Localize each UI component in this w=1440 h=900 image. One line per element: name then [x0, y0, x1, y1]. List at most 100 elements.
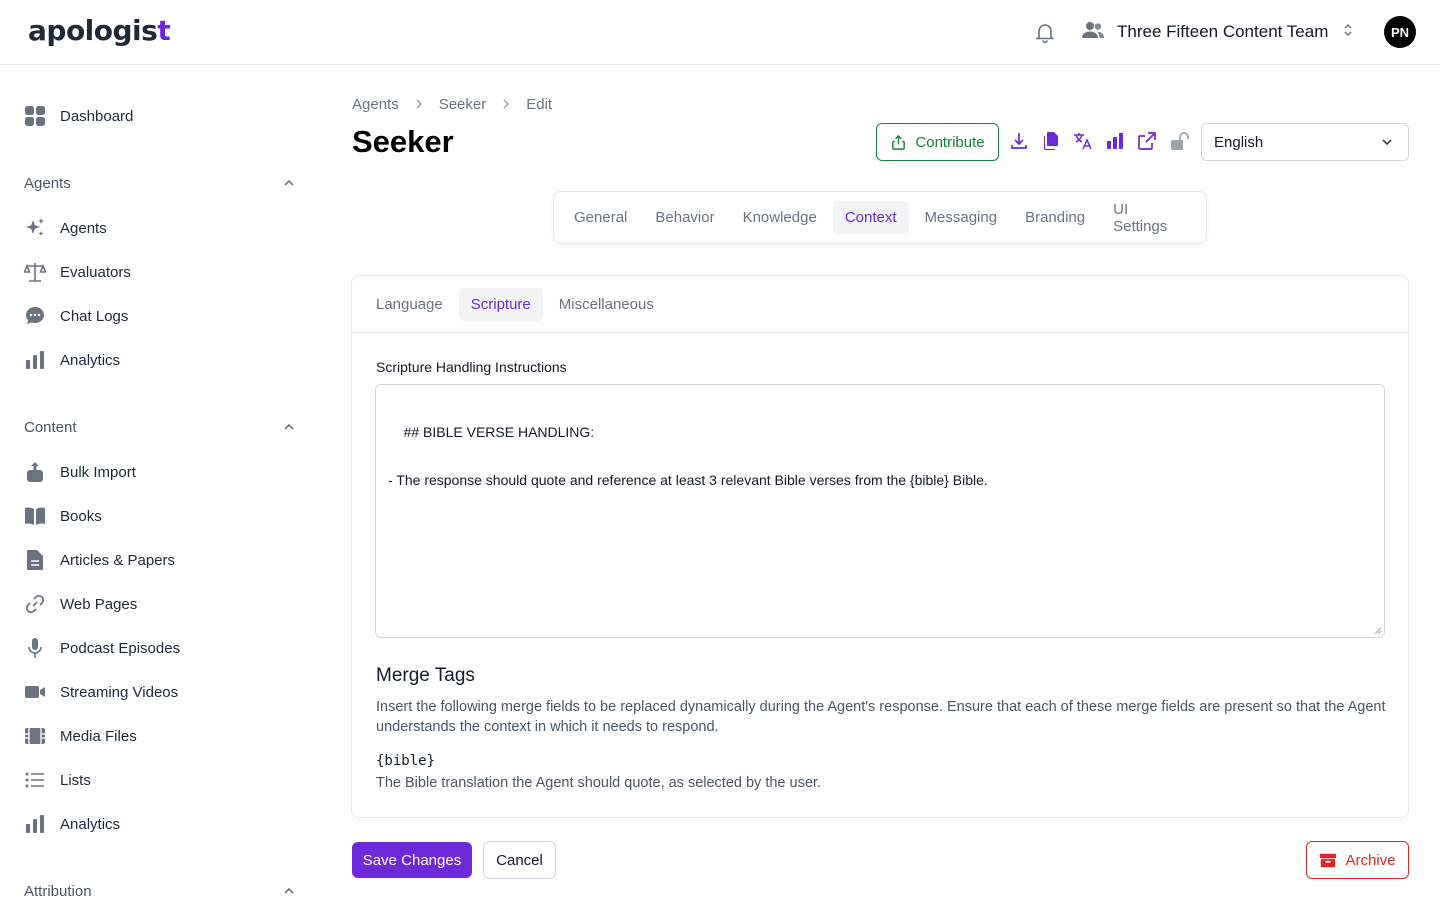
- book-open-icon: [25, 507, 45, 525]
- sidebar-section-attribution[interactable]: Attribution: [24, 880, 296, 900]
- app-logo[interactable]: apologist: [28, 14, 171, 47]
- sidebar-item-books[interactable]: Books: [24, 504, 102, 528]
- sidebar-item-bulk-import[interactable]: Bulk Import: [24, 460, 136, 484]
- microphone-icon: [28, 638, 42, 658]
- sidebar-item-lists[interactable]: Lists: [24, 768, 91, 792]
- scripture-instructions-value: ## BIBLE VERSE HANDLING: - The response …: [388, 424, 988, 488]
- scripture-instructions-textarea[interactable]: ## BIBLE VERSE HANDLING: - The response …: [375, 384, 1385, 638]
- breadcrumb-edit: Edit: [526, 96, 553, 113]
- merge-tags-description: Insert the following merge fields to be …: [376, 699, 1386, 735]
- sidebar-item-label: Streaming Videos: [60, 683, 179, 701]
- chevron-up-icon: [284, 887, 294, 894]
- tab-branding[interactable]: Branding: [1013, 201, 1097, 234]
- sidebar-item-label: Web Pages: [60, 595, 138, 613]
- subtab-language[interactable]: Language: [364, 288, 455, 321]
- language-selected: English: [1214, 133, 1264, 151]
- tab-ui-settings[interactable]: UI Settings: [1101, 193, 1198, 243]
- chevron-up-icon: [284, 179, 294, 186]
- bar-chart-icon: [26, 815, 44, 833]
- scale-icon: [24, 263, 46, 282]
- merge-tag-description: The Bible translation the Agent should q…: [376, 775, 821, 791]
- page-title: Seeker: [352, 124, 454, 159]
- sidebar-section-content[interactable]: Content: [24, 416, 296, 438]
- document-icon: [27, 550, 43, 570]
- film-icon: [25, 728, 45, 744]
- top-bar: apologist Three Fifteen Content Team PN: [0, 0, 1440, 65]
- logo-cross: t: [157, 14, 171, 47]
- sidebar-item-dashboard[interactable]: Dashboard: [24, 104, 133, 128]
- video-camera-icon: [25, 686, 45, 698]
- archive-button[interactable]: Archive: [1306, 841, 1409, 879]
- sidebar-item-label: Analytics: [60, 815, 121, 833]
- analytics-icon[interactable]: [1104, 130, 1126, 152]
- sidebar-section-title: Content: [24, 418, 77, 436]
- breadcrumb-agents[interactable]: Agents: [352, 96, 399, 113]
- archive-box-icon: [1320, 853, 1337, 868]
- sidebar-item-label: Agents: [60, 219, 107, 237]
- sidebar-item-chat-logs[interactable]: Chat Logs: [24, 304, 128, 328]
- tab-knowledge[interactable]: Knowledge: [731, 201, 829, 234]
- contribute-button[interactable]: Contribute: [876, 123, 999, 161]
- translate-icon[interactable]: [1072, 130, 1094, 152]
- main-tabs: General Behavior Knowledge Context Messa…: [553, 191, 1207, 244]
- bar-chart-icon: [26, 351, 44, 369]
- share-upload-icon: [892, 134, 906, 150]
- sidebar: Dashboard Agents Agents Evaluators Chat …: [0, 65, 320, 900]
- context-card: Language Scripture Miscellaneous Scriptu…: [351, 275, 1409, 818]
- sidebar-item-label: Analytics: [60, 351, 121, 369]
- sidebar-item-label: Bulk Import: [60, 463, 136, 481]
- list-icon: [25, 772, 44, 788]
- sidebar-item-label: Evaluators: [60, 263, 131, 281]
- sidebar-item-label: Chat Logs: [60, 307, 129, 325]
- subtab-miscellaneous[interactable]: Miscellaneous: [547, 288, 666, 321]
- sparkles-icon: [26, 218, 44, 236]
- language-select[interactable]: English: [1201, 123, 1409, 161]
- save-changes-button[interactable]: Save Changes: [352, 842, 472, 878]
- breadcrumb-seeker[interactable]: Seeker: [439, 96, 487, 113]
- subtab-scripture[interactable]: Scripture: [458, 287, 543, 321]
- sidebar-item-content-analytics[interactable]: Analytics: [24, 812, 120, 836]
- sidebar-item-media-files[interactable]: Media Files: [24, 724, 137, 748]
- upload-icon: [27, 462, 43, 482]
- sidebar-item-podcast-episodes[interactable]: Podcast Episodes: [24, 636, 180, 660]
- sidebar-item-label: Dashboard: [60, 107, 134, 125]
- sidebar-item-articles-papers[interactable]: Articles & Papers: [24, 548, 175, 572]
- dashboard-icon: [25, 106, 45, 126]
- link-icon: [25, 594, 45, 614]
- chevron-up-icon: [284, 423, 294, 430]
- notification-bell-icon[interactable]: [1033, 20, 1057, 44]
- copy-icon[interactable]: [1040, 130, 1062, 152]
- sidebar-item-agent-analytics[interactable]: Analytics: [24, 348, 120, 372]
- sidebar-item-streaming-videos[interactable]: Streaming Videos: [24, 680, 178, 704]
- sidebar-item-evaluators[interactable]: Evaluators: [24, 260, 131, 284]
- sidebar-section-title: Agents: [24, 174, 71, 192]
- breadcrumb: Agents Seeker Edit: [352, 96, 552, 113]
- avatar[interactable]: PN: [1384, 16, 1416, 48]
- external-link-icon[interactable]: [1136, 130, 1158, 152]
- sidebar-section-title: Attribution: [24, 882, 92, 900]
- cancel-button[interactable]: Cancel: [483, 841, 556, 879]
- sidebar-section-agents[interactable]: Agents: [24, 172, 296, 194]
- sidebar-item-agents[interactable]: Agents: [24, 216, 107, 240]
- archive-label: Archive: [1345, 851, 1396, 869]
- team-switcher[interactable]: Three Fifteen Content Team: [1081, 18, 1356, 46]
- resize-handle-icon[interactable]: [1374, 627, 1382, 635]
- chat-bubble-icon: [26, 307, 44, 324]
- sidebar-item-label: Media Files: [60, 727, 137, 745]
- chevron-down-icon: [1382, 139, 1392, 146]
- chevron-up-down-icon: [1340, 22, 1356, 43]
- sidebar-item-label: Books: [60, 507, 102, 525]
- tab-context[interactable]: Context: [832, 201, 909, 234]
- tab-general[interactable]: General: [562, 201, 639, 234]
- merge-tag-code: {bible}: [376, 753, 436, 769]
- merge-tags-title: Merge Tags: [376, 665, 475, 686]
- sidebar-item-web-pages[interactable]: Web Pages: [24, 592, 137, 616]
- scripture-instructions-label: Scripture Handling Instructions: [376, 359, 567, 375]
- download-icon[interactable]: [1008, 130, 1030, 152]
- unlock-icon[interactable]: [1168, 130, 1190, 152]
- tab-messaging[interactable]: Messaging: [913, 201, 1010, 234]
- contribute-label: Contribute: [915, 133, 985, 151]
- chevron-right-icon: [413, 97, 425, 113]
- tab-behavior[interactable]: Behavior: [643, 201, 726, 234]
- toolbar-icons: [1008, 130, 1190, 152]
